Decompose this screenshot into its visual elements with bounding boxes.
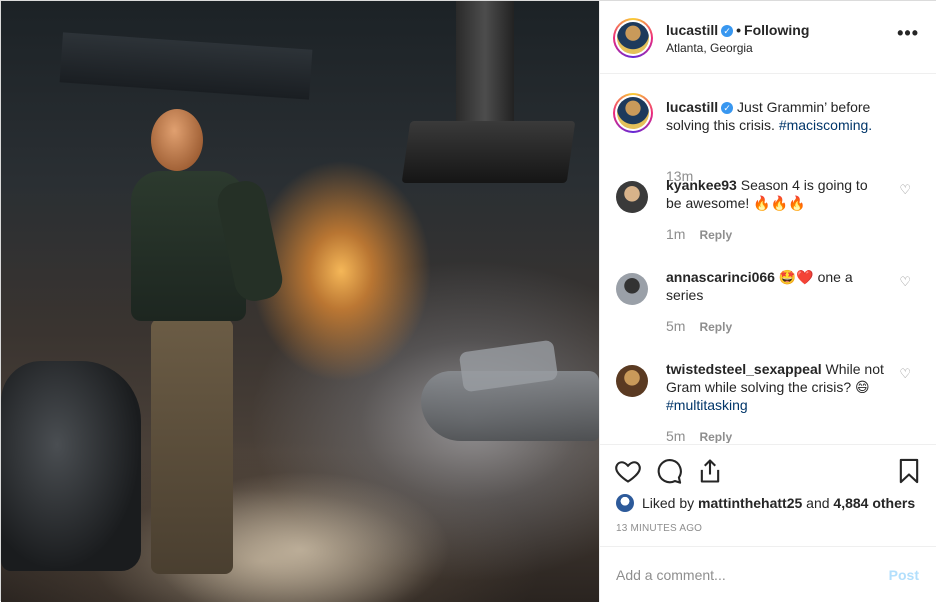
comment-hashtag[interactable]: #multitasking [666,397,748,413]
photo-ceiling-beam [59,32,313,100]
instagram-post: lucastill ✓ • Following Atlanta, Georgia ••… [0,0,936,602]
post-button[interactable]: Post [889,567,919,583]
avatar[interactable] [616,365,648,397]
reply-button[interactable]: Reply [699,320,732,334]
author-username[interactable]: lucastill [666,22,718,38]
post-timestamp: 13 MINUTES AGO [616,523,703,534]
following-button[interactable]: Following [744,22,809,38]
author-avatar[interactable] [613,18,653,58]
comment-time: 5m [666,318,686,334]
comment-username[interactable]: kyankee93 [666,177,737,193]
heart-icon[interactable] [614,457,642,485]
post-photo[interactable] [1,1,599,602]
post-location[interactable]: Atlanta, Georgia [666,41,753,55]
photo-person-legs [151,319,233,574]
post-sidebar: lucastill ✓ • Following Atlanta, Georgia ••… [599,1,936,602]
avatar[interactable] [616,273,648,305]
post-actions: Liked by mattinthehatt25 and 4,884 other… [600,444,936,602]
bookmark-icon[interactable] [895,457,923,485]
heart-icon[interactable]: ♡ [899,366,911,382]
photo-duct-pipe [456,1,514,126]
reply-button[interactable]: Reply [699,430,732,443]
add-comment-bar: Post [600,546,936,602]
comment-input[interactable] [616,564,876,586]
comment-time: 1m [666,226,686,242]
verified-icon: ✓ [721,102,734,114]
comment-time: 5m [666,428,686,443]
photo-duct-hood [401,121,576,183]
likes-summary[interactable]: Liked by mattinthehatt25 and 4,884 other… [616,494,915,512]
comment-username[interactable]: annascarinci066 [666,269,775,285]
liker-username[interactable]: mattinthehatt25 [698,495,802,511]
avatar[interactable] [616,181,648,213]
more-icon[interactable]: ••• [897,24,919,42]
comment-username[interactable]: twistedsteel_sexappeal [666,361,822,377]
likes-count[interactable]: 4,884 others [833,495,915,511]
verified-icon: ✓ [721,25,734,37]
caption-text: lucastill ✓ Just Grammin’ before solving … [666,98,886,134]
post-header: lucastill ✓ • Following Atlanta, Georgia ••… [600,1,936,74]
heart-icon[interactable]: ♡ [899,274,911,290]
liker-avatar [616,494,634,512]
caption-hashtag[interactable]: #maciscoming. [779,117,872,133]
comments-section[interactable]: lucastill ✓ Just Grammin’ before solving … [600,75,936,443]
reply-button[interactable]: Reply [699,228,732,242]
photo-person-head [151,109,203,171]
caption-avatar[interactable] [613,93,653,133]
heart-icon[interactable]: ♡ [899,182,911,198]
caption-username[interactable]: lucastill [666,99,718,115]
photo-rubble-left [1,361,141,571]
comment-icon[interactable] [655,457,683,485]
share-icon[interactable] [696,457,724,485]
author-line: lucastill ✓ • Following [666,22,810,38]
